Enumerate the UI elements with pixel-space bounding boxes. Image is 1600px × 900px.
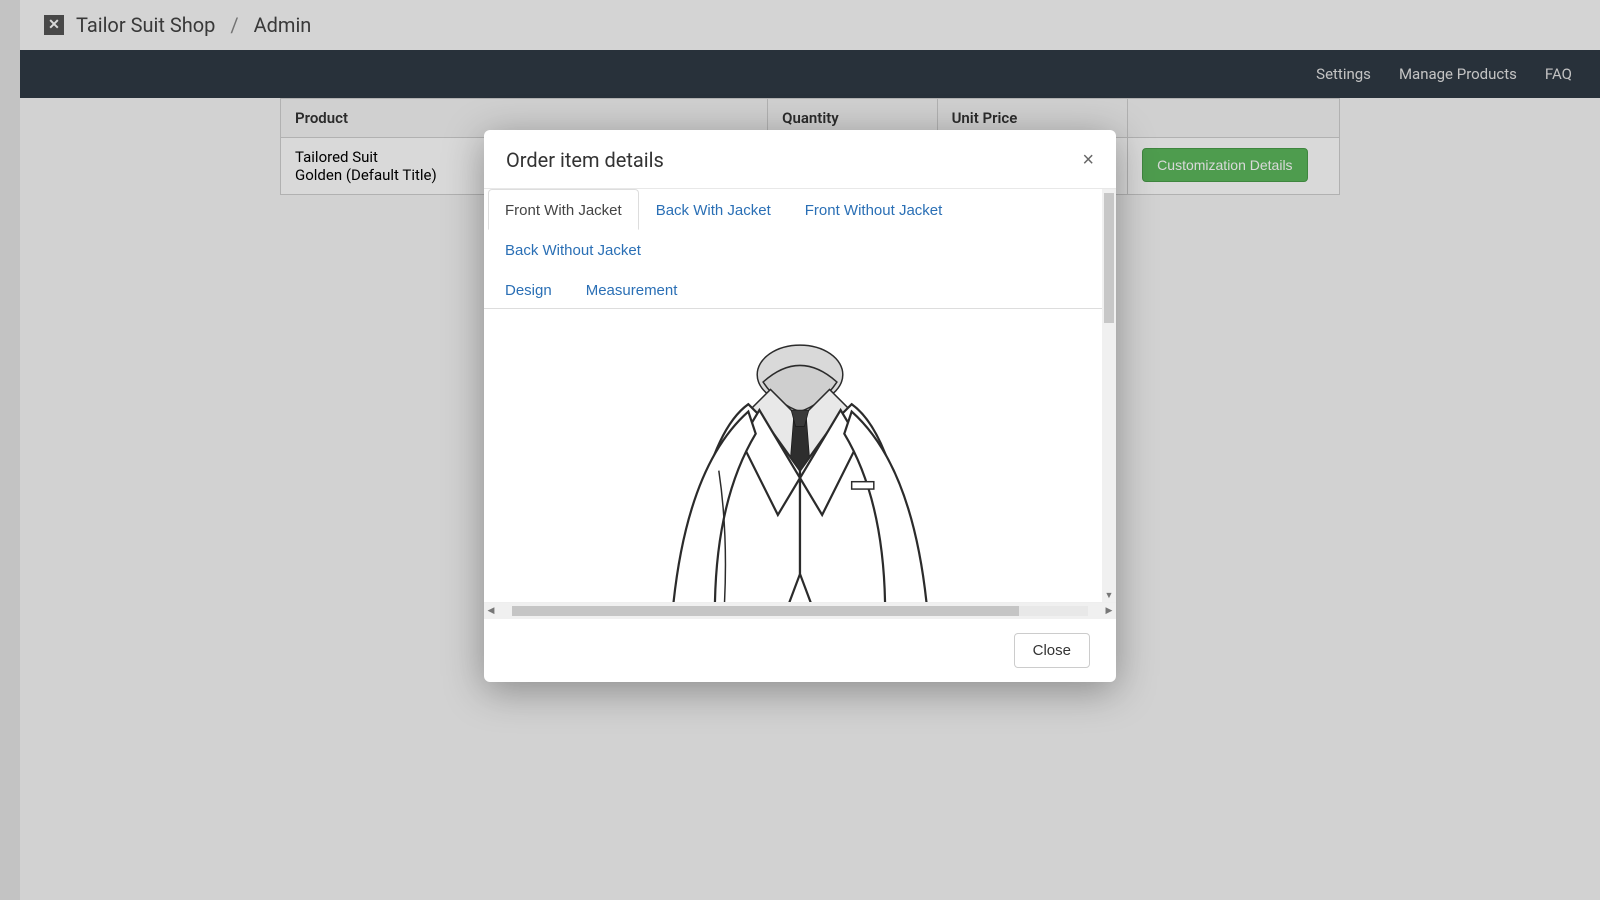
vertical-scroll-thumb[interactable] — [1104, 193, 1114, 323]
scroll-left-arrow[interactable]: ◀ — [484, 603, 498, 619]
scroll-down-arrow[interactable]: ▼ — [1102, 588, 1116, 602]
close-icon[interactable]: × — [1082, 150, 1094, 170]
tab-front-without-jacket[interactable]: Front Without Jacket — [788, 189, 960, 229]
jacket-preview — [490, 323, 1110, 603]
tab-front-with-jacket[interactable]: Front With Jacket — [488, 189, 639, 230]
close-button[interactable]: Close — [1014, 633, 1090, 668]
modal-title: Order item details — [506, 148, 664, 172]
tab-back-with-jacket[interactable]: Back With Jacket — [639, 189, 788, 229]
horizontal-scroll-thumb[interactable] — [512, 606, 1019, 616]
tab-back-without-jacket[interactable]: Back Without Jacket — [488, 229, 658, 269]
scroll-right-arrow[interactable]: ▶ — [1102, 603, 1116, 619]
order-item-modal: Order item details × Front With Jacket B… — [484, 130, 1116, 682]
modal-backdrop[interactable]: Order item details × Front With Jacket B… — [0, 0, 1600, 900]
horizontal-scrollbar[interactable]: ◀ ▶ — [484, 603, 1116, 619]
tab-design[interactable]: Design — [488, 269, 569, 309]
vertical-scrollbar[interactable]: ▲ ▼ — [1102, 189, 1116, 602]
tab-measurement[interactable]: Measurement — [569, 269, 695, 309]
